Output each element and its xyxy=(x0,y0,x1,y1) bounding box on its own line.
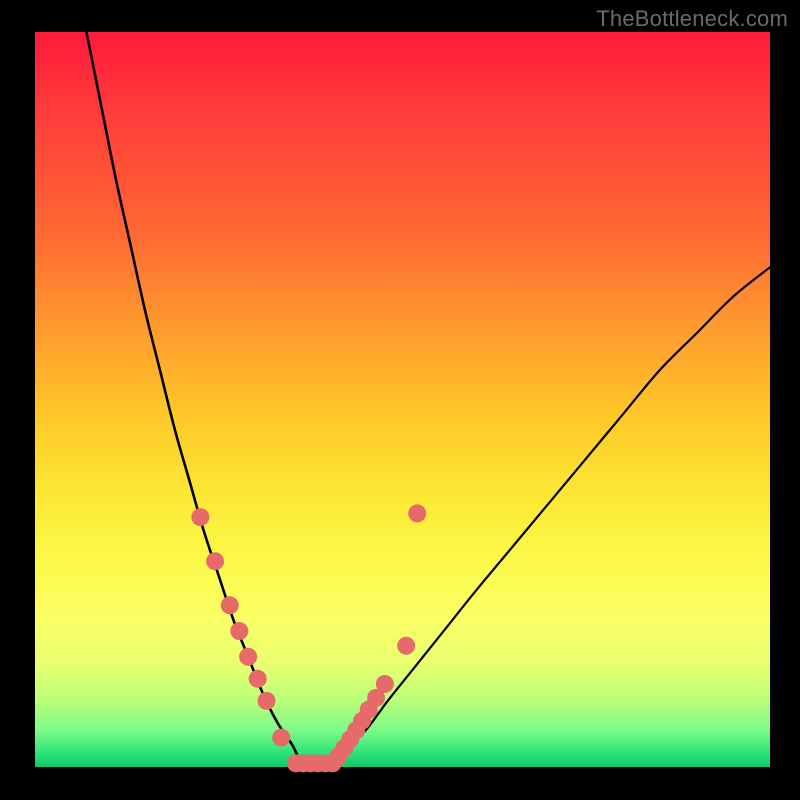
data-marker xyxy=(272,729,290,747)
data-marker xyxy=(239,648,257,666)
curve-right-branch xyxy=(329,267,770,767)
data-marker xyxy=(249,670,267,688)
data-marker xyxy=(408,504,426,522)
data-marker xyxy=(221,596,239,614)
data-marker xyxy=(230,622,248,640)
marker-group-left xyxy=(191,508,290,746)
data-marker xyxy=(316,754,334,772)
data-marker xyxy=(206,552,224,570)
data-marker xyxy=(397,637,415,655)
data-marker xyxy=(376,675,394,693)
outer-frame: TheBottleneck.com xyxy=(0,0,800,800)
marker-group-right xyxy=(324,504,427,772)
curve-left-branch xyxy=(86,32,307,767)
data-marker xyxy=(258,692,276,710)
data-marker xyxy=(191,508,209,526)
marker-group-bottom xyxy=(287,754,334,772)
watermark-text: TheBottleneck.com xyxy=(596,6,788,32)
chart-overlay xyxy=(35,32,770,767)
